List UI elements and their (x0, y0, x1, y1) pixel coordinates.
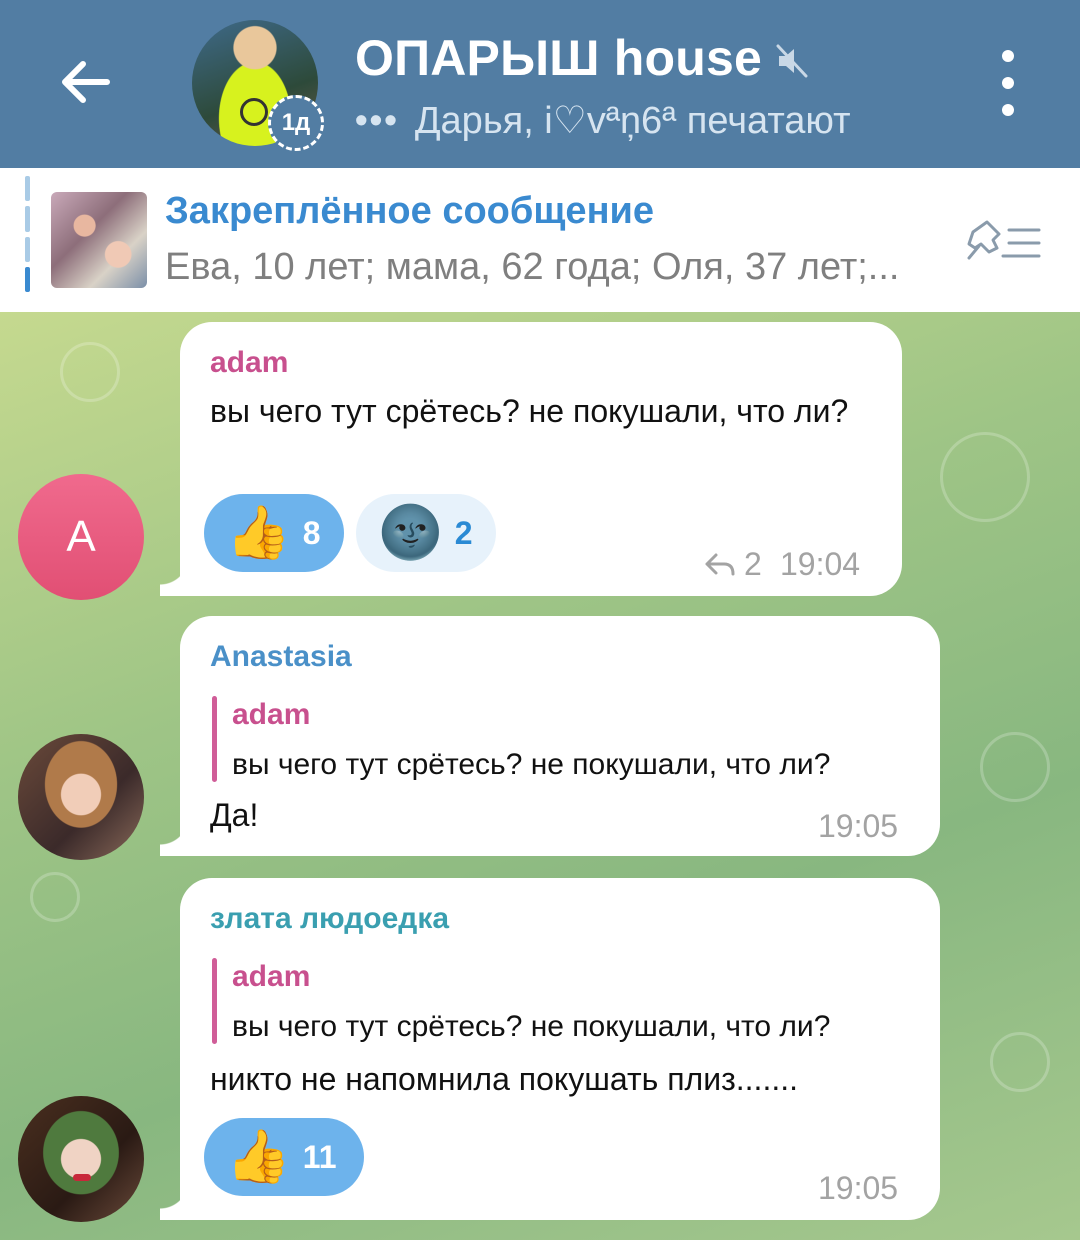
chat-header: 1д ОПАРЫШ house ••• Дарья, i♡vªņ6ª печат… (0, 0, 1080, 168)
pinned-thumbnail (51, 192, 147, 288)
thumbs-up-icon: 👍 (226, 504, 291, 562)
pinned-indicator (25, 176, 30, 292)
reply-sender[interactable]: adam (232, 698, 310, 732)
message-bubble[interactable]: adam вы чего тут срётесь? не покушали, ч… (160, 322, 902, 596)
new-moon-face-icon: 🌚 (378, 504, 443, 562)
sender-name[interactable]: Anastasia (210, 640, 352, 674)
avatar[interactable] (18, 734, 144, 860)
bg-doodle (990, 1032, 1050, 1092)
reaction-count: 11 (302, 1138, 337, 1175)
avatar-emblem (240, 98, 268, 126)
chat-title: ОПАРЫШ house (355, 30, 763, 86)
message-text: никто не напомнила покушать плиз....... (210, 1061, 798, 1097)
pinned-list-button[interactable] (965, 218, 1045, 268)
pinned-message-bar[interactable]: Закреплённое сообщение Ева, 10 лет; мама… (0, 168, 1080, 312)
thumbs-up-icon: 👍 (226, 1128, 291, 1186)
pinned-list-icon (967, 220, 1041, 260)
reply-quote-bar (212, 696, 217, 782)
more-vert-icon (1002, 50, 1014, 62)
message-bubble[interactable]: злата людоедка adam вы чего тут срётесь?… (160, 878, 940, 1220)
more-menu-button[interactable] (985, 50, 1031, 116)
pinned-text: Ева, 10 лет; мама, 62 года; Оля, 37 лет;… (165, 246, 900, 288)
replies-count: 2 (744, 546, 762, 582)
reaction-count: 8 (302, 514, 321, 551)
sender-name[interactable]: adam (210, 346, 288, 380)
story-badge[interactable]: 1д (268, 95, 324, 151)
message-time: 19:04 (780, 546, 861, 582)
message-bubble[interactable]: Anastasia adam вы чего тут срётесь? не п… (160, 616, 940, 856)
mute-icon (776, 44, 808, 78)
reaction-thumbs-up[interactable]: 👍 11 (204, 1118, 364, 1196)
reply-text[interactable]: вы чего тут срётесь? не покушали, что ли… (232, 1010, 830, 1044)
typing-status: ••• Дарья, i♡vªņ6ª печатают (355, 96, 851, 144)
pinned-indicator-active (25, 266, 30, 292)
reply-quote-bar (212, 958, 217, 1044)
typing-dots: ••• (355, 99, 399, 140)
pinned-indicator-segment (25, 236, 30, 262)
bg-doodle (940, 432, 1030, 522)
more-vert-dot (1002, 77, 1014, 89)
sender-name[interactable]: злата людоедка (210, 902, 449, 936)
more-vert-dot (1002, 104, 1014, 116)
reply-sender[interactable]: adam (232, 960, 310, 994)
back-button[interactable] (40, 40, 130, 124)
pinned-label: Закреплённое сообщение (165, 190, 655, 232)
message-time: 19:05 (818, 808, 899, 844)
replies-counter[interactable]: 2 (704, 546, 762, 583)
avatar[interactable] (18, 1096, 144, 1222)
bg-doodle (980, 732, 1050, 802)
bg-doodle (30, 872, 80, 922)
reaction-count: 2 (454, 514, 473, 551)
typing-text: Дарья, i♡vªņ6ª печатают (414, 99, 851, 142)
reaction-new-moon-face[interactable]: 🌚 2 (356, 494, 496, 572)
reaction-thumbs-up[interactable]: 👍 8 (204, 494, 344, 572)
message-text: вы чего тут срётесь? не покушали, что ли… (210, 393, 849, 429)
back-arrow-icon (62, 61, 110, 103)
message-text: Да! (210, 797, 259, 833)
title-row[interactable]: ОПАРЫШ house (355, 28, 808, 88)
avatar-detail (73, 1174, 91, 1181)
message-time: 19:05 (818, 1170, 899, 1206)
bg-doodle (60, 342, 120, 402)
reply-text[interactable]: вы чего тут срётесь? не покушали, что ли… (232, 748, 830, 782)
pinned-indicator-segment (25, 176, 30, 202)
reply-arrow-icon (705, 553, 735, 575)
pinned-indicator-segment (25, 206, 30, 232)
avatar[interactable]: A (18, 474, 144, 600)
